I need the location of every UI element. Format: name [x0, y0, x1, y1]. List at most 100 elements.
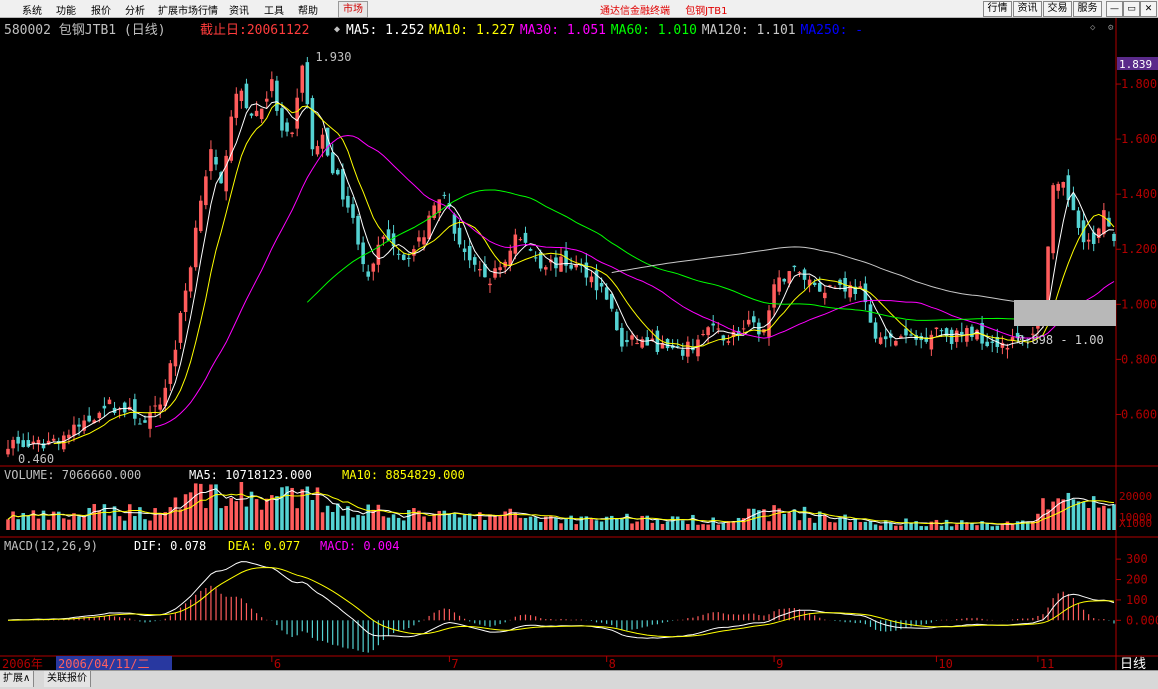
- candle-body: [36, 439, 41, 444]
- candle-body: [630, 335, 634, 340]
- candle-body: [909, 334, 913, 336]
- volume-bar: [665, 521, 670, 530]
- volume-bar: [254, 499, 259, 530]
- close-icon[interactable]: ✕: [1140, 1, 1157, 17]
- related-quote-tab[interactable]: 关联报价: [44, 671, 91, 687]
- candle-body: [1112, 233, 1116, 241]
- period-label[interactable]: 日线: [1120, 657, 1146, 670]
- menu-system[interactable]: 系统: [22, 2, 42, 17]
- candle-body: [894, 340, 898, 346]
- candle-body: [868, 304, 873, 323]
- expand-tab[interactable]: 扩展∧: [0, 671, 35, 687]
- candle-body: [569, 265, 573, 269]
- month-tick-label: 10: [938, 657, 952, 670]
- menu-analysis[interactable]: 分析: [125, 2, 145, 17]
- candle-body: [726, 341, 731, 343]
- trade-button[interactable]: 交易: [1043, 1, 1072, 17]
- menu-tools[interactable]: 工具: [264, 2, 284, 17]
- volume-bar: [899, 525, 903, 530]
- candle-body: [1071, 193, 1076, 211]
- volume-bar: [833, 522, 837, 530]
- candle-body: [11, 439, 15, 449]
- candle-body: [26, 440, 31, 447]
- volume-bar: [828, 522, 832, 530]
- volume-bar: [127, 504, 132, 530]
- volume-bar: [620, 518, 624, 530]
- volume-bar: [554, 517, 558, 530]
- volume-bar: [909, 523, 913, 530]
- volume-bar: [528, 516, 533, 530]
- window-title: 通达信金融终端 包钢JTB1: [600, 2, 739, 17]
- volume-bar: [310, 499, 315, 530]
- candle-body: [249, 113, 254, 116]
- price-tick-label: 1.200: [1121, 242, 1157, 256]
- candle-body: [310, 98, 315, 150]
- candle-body: [939, 330, 944, 332]
- volume-bar: [275, 496, 279, 530]
- price-tick-label: 1.800: [1121, 77, 1157, 91]
- menu-news[interactable]: 资讯: [229, 2, 249, 17]
- volume-bar: [239, 482, 244, 530]
- month-tick-label: 7: [451, 657, 458, 670]
- volume-bar: [944, 519, 949, 530]
- candle-body: [620, 327, 624, 347]
- volume-bar: [467, 513, 472, 530]
- volume-bar: [782, 513, 787, 530]
- volume-bar: [1086, 508, 1091, 530]
- candle-body: [407, 257, 411, 259]
- quote-button[interactable]: 行情: [983, 1, 1012, 17]
- candle-body: [183, 290, 188, 313]
- candle-body: [300, 65, 305, 93]
- volume-bar: [675, 516, 680, 530]
- volume-bar: [148, 520, 152, 530]
- volume-bar: [711, 517, 715, 530]
- volume-bar: [878, 525, 883, 530]
- kline-chart[interactable]: 580002 包钢JTB1 (日线) 截止日:20061122 ◆ MA5: 1…: [0, 18, 1158, 670]
- candle-body: [1046, 246, 1050, 307]
- ma-legend-item: MA30: 1.051: [520, 23, 606, 38]
- candle-body: [528, 248, 533, 251]
- diamond-icon: ◇: [1090, 23, 1096, 33]
- restore-icon[interactable]: ▭: [1123, 1, 1140, 17]
- menu-help[interactable]: 帮助: [298, 2, 318, 17]
- volume-bar: [92, 504, 97, 530]
- market-tab[interactable]: 市场: [338, 1, 368, 18]
- volume-bar: [437, 510, 442, 530]
- volume-bar: [1041, 498, 1045, 530]
- volume-bar: [1066, 492, 1071, 530]
- candle-body: [320, 134, 325, 149]
- volume-bar: [1112, 504, 1116, 530]
- menu-extended-market[interactable]: 扩展市场行情: [158, 2, 218, 17]
- candle-body: [797, 272, 802, 274]
- volume-bar: [802, 506, 807, 530]
- candle-body: [285, 122, 289, 132]
- volume-bar: [589, 518, 594, 530]
- candle-body: [985, 341, 989, 347]
- dropdown-icon[interactable]: ◆: [334, 24, 340, 35]
- candle-body: [178, 312, 183, 343]
- volume-bar: [330, 512, 335, 530]
- settings-icon[interactable]: ⚙: [1107, 23, 1114, 33]
- menu-quote[interactable]: 报价: [91, 2, 111, 17]
- candle-body: [518, 239, 523, 241]
- minimize-icon[interactable]: —: [1106, 1, 1123, 17]
- volume-bar: [635, 521, 639, 530]
- candle-body: [346, 195, 350, 208]
- price-candles: [6, 56, 1116, 458]
- candle-body: [878, 337, 883, 344]
- volume-bar: [873, 524, 878, 530]
- volume-bar: [1097, 507, 1101, 530]
- service-button[interactable]: 服务: [1073, 1, 1102, 17]
- ma120-line: [611, 246, 1115, 307]
- volume-bar: [422, 516, 426, 530]
- date-cursor-label: 2006/04/11/二: [58, 657, 149, 670]
- volume-bar: [270, 495, 274, 530]
- volume-bar: [16, 519, 20, 530]
- menu-function[interactable]: 功能: [56, 2, 76, 17]
- news-button[interactable]: 资讯: [1013, 1, 1042, 17]
- candle-body: [462, 248, 467, 253]
- volume-bar: [112, 506, 117, 530]
- candle-body: [782, 278, 787, 282]
- volume-bar: [904, 518, 908, 530]
- date-label: 截止日:20061122: [200, 23, 309, 38]
